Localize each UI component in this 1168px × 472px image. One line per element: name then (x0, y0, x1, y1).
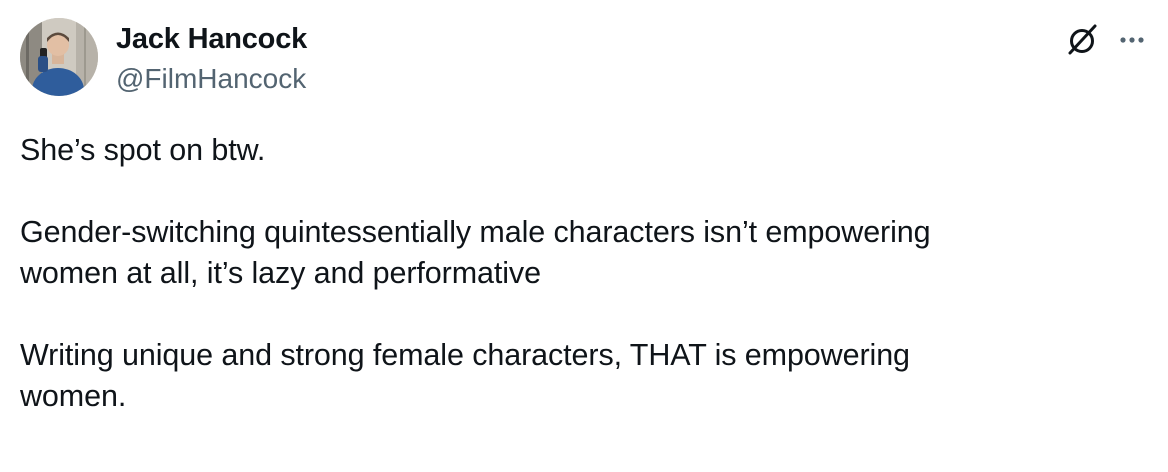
tweet-paragraph: Gender-switching quintessentially male c… (20, 215, 931, 290)
profile-photo-icon (20, 18, 98, 96)
tweet-text: She’s spot on btw. Gender-switching quin… (20, 130, 1140, 417)
avatar[interactable] (20, 18, 98, 96)
tweet-paragraph: Writing unique and strong female charact… (20, 338, 910, 413)
display-name[interactable]: Jack Hancock (116, 22, 307, 56)
user-handle[interactable]: @FilmHancock (116, 62, 306, 96)
more-options-icon[interactable] (1112, 22, 1152, 58)
tweet-paragraph: She’s spot on btw. (20, 133, 266, 167)
grok-icon[interactable] (1062, 20, 1102, 60)
tweet: Jack Hancock @FilmHancock She’s spot on … (0, 0, 1168, 472)
